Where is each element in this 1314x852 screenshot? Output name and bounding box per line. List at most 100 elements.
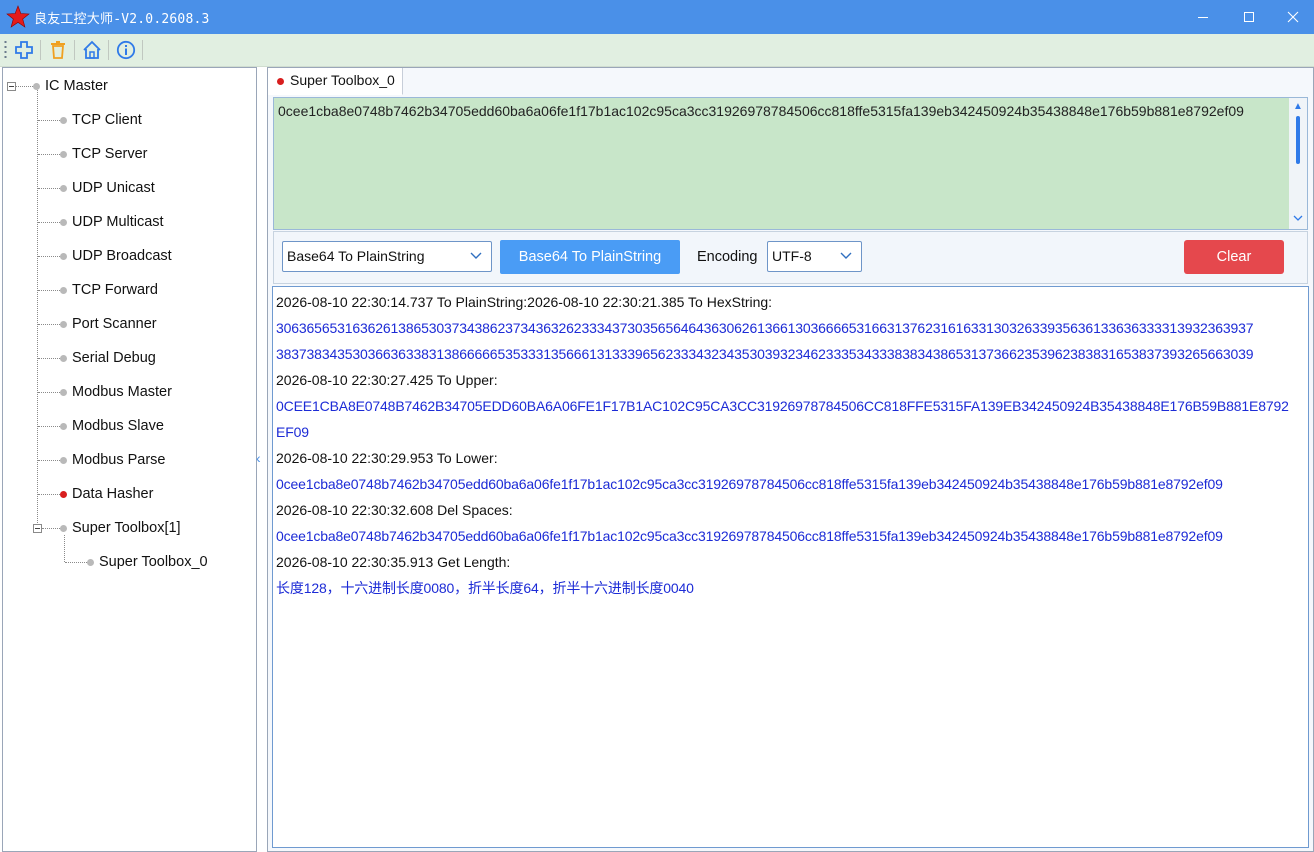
tree-connector [16,86,33,87]
minimize-button[interactable] [1180,0,1226,34]
delete-button[interactable] [45,37,71,63]
tree-item-tcp-forward[interactable]: TCP Forward [72,279,158,301]
active-tab-dot-icon [277,78,284,85]
tree-item-modbus-slave[interactable]: Modbus Slave [72,415,164,437]
tree-item-port-scanner[interactable]: Port Scanner [72,313,157,335]
log-value-line: 0cee1cba8e0748b7462b34705edd60ba6a06fe1f… [276,476,1223,492]
tree-connector [38,426,60,427]
tree-connector [38,222,60,223]
tree-connector [38,290,60,291]
super-toolbox-collapse-toggle[interactable] [33,524,42,533]
delete-icon [51,41,65,59]
input-text[interactable]: 0cee1cba8e0748b7462b34705edd60ba6a06fe1f… [278,101,1288,122]
root-collapse-toggle[interactable] [7,82,16,91]
active-node-dot-icon [60,491,67,498]
tree-item-udp-unicast[interactable]: UDP Unicast [72,177,155,199]
tree-node-dot [60,423,67,430]
collapse-panel-arrow-icon[interactable]: ‹ [256,451,266,465]
input-textarea[interactable]: 0cee1cba8e0748b7462b34705edd60ba6a06fe1f… [273,97,1308,230]
encoding-select[interactable]: UTF-8 [767,241,862,272]
tree-item-super-toolbox-1[interactable]: Super Toolbox[1] [72,517,181,539]
tree-item-udp-multicast[interactable]: UDP Multicast [72,211,164,233]
operation-select-value: Base64 To PlainString [287,248,425,264]
toolbar-separator [108,40,109,60]
log-header-line: 2026-08-10 22:30:35.913 Get Length: [276,554,511,570]
tree-node-dot [87,559,94,566]
tree-node-dot [33,83,40,90]
log-value-line: 0cee1cba8e0748b7462b34705edd60ba6a06fe1f… [276,528,1223,544]
tree-connector [38,494,60,495]
encoding-select-value: UTF-8 [772,248,812,264]
close-icon [1287,11,1299,23]
tree-node-dot [60,117,67,124]
info-icon [116,40,136,60]
tree-connector [38,358,60,359]
app-logo-icon [6,5,30,28]
maximize-button[interactable] [1226,0,1272,34]
chevron-down-icon [840,252,852,259]
tree-connector [38,154,60,155]
log-header-line: 2026-08-10 22:30:14.737 To PlainString:2… [276,294,773,310]
toolbar-grip-icon[interactable] [4,40,7,60]
tree-root-ic-master[interactable]: IC Master [45,75,108,97]
scroll-up-icon[interactable]: ▲ [1293,102,1303,112]
tree-connector [38,460,60,461]
toolbar-separator [40,40,41,60]
toolbar-separator [142,40,143,60]
tree-node-dot [60,321,67,328]
home-button[interactable] [79,37,105,63]
close-button[interactable] [1270,0,1314,34]
home-icon [83,40,101,59]
input-scrollbar[interactable]: ▲ [1289,98,1307,229]
encoding-label: Encoding [697,249,758,265]
tree-node-dot [60,389,67,396]
tree-item-serial-debug[interactable]: Serial Debug [72,347,156,369]
log-value-line: 长度128，十六进制长度0080，折半长度64，折半十六进制长度0040 [276,580,694,596]
tree-connector [38,256,60,257]
log-value-line: EF09 [276,424,309,440]
log-value-line: 0CEE1CBA8E0748B7462B34705EDD60BA6A06FE1F… [276,398,1289,414]
tree-node-dot [60,457,67,464]
tree-connector [65,562,87,563]
clear-button[interactable]: Clear [1184,240,1284,274]
tree-node-dot [60,253,67,260]
window-title: 良友工控大师-V2.0.2608.3 [34,12,210,27]
tree-connector [38,392,60,393]
toolbar [0,34,1314,67]
tree-item-tcp-server[interactable]: TCP Server [72,143,147,165]
tree-item-modbus-master[interactable]: Modbus Master [72,381,172,403]
toolbar-separator [74,40,75,60]
tab-label: Super Toolbox_0 [290,72,395,88]
tree-item-data-hasher[interactable]: Data Hasher [72,483,153,505]
chevron-down-icon [470,252,482,259]
tree-connector [38,324,60,325]
tree-node-dot [60,525,67,532]
tree-connector [64,535,65,562]
log-value-line: 3837383435303663633831386666653533313566… [276,346,1254,362]
tree-node-dot [60,185,67,192]
tree-item-udp-broadcast[interactable]: UDP Broadcast [72,245,172,267]
tree-connector [38,120,60,121]
operation-select[interactable]: Base64 To PlainString [282,241,492,272]
tree-item-modbus-parse[interactable]: Modbus Parse [72,449,166,471]
tree-connector [38,188,60,189]
tree-item-tcp-client[interactable]: TCP Client [72,109,142,131]
convert-button[interactable]: Base64 To PlainString [500,240,680,274]
tree-connector [42,528,60,529]
tree-node-dot [60,151,67,158]
log-header-line: 2026-08-10 22:30:29.953 To Lower: [276,450,498,466]
add-button[interactable] [11,37,37,63]
scroll-down-icon[interactable] [1293,214,1303,224]
log-value-line: 3063656531636261386530373438623734363262… [276,320,1254,336]
add-icon [15,41,33,59]
scrollbar-thumb[interactable] [1296,116,1300,164]
output-log[interactable]: 2026-08-10 22:30:14.737 To PlainString:2… [272,286,1309,848]
tab-super-toolbox-0[interactable]: Super Toolbox_0 [268,68,403,95]
navigation-tree[interactable]: IC Master TCP Client TCP Server UDP Unicas… [2,67,257,852]
tree-connector [37,90,38,527]
log-header-line: 2026-08-10 22:30:27.425 To Upper: [276,372,498,388]
info-button[interactable] [113,37,139,63]
tree-item-super-toolbox-0[interactable]: Super Toolbox_0 [99,551,208,573]
tree-node-dot [60,219,67,226]
tree-node-dot [60,287,67,294]
